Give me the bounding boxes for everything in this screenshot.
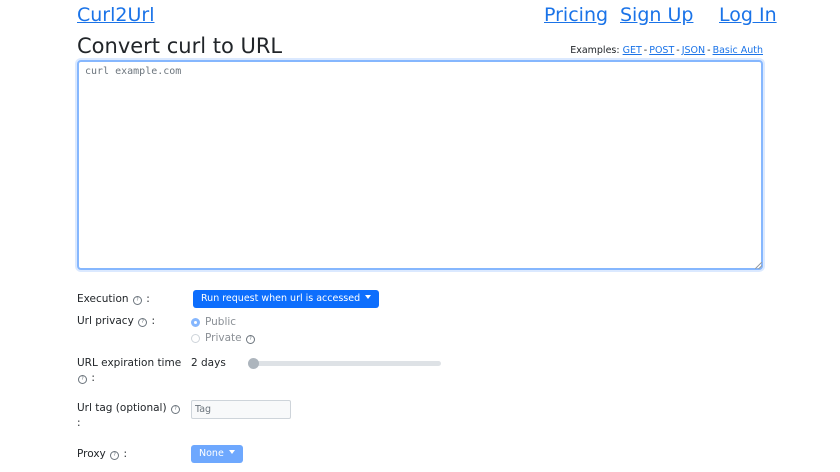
- proxy-label: Proxy ? :: [77, 448, 127, 460]
- chevron-down-icon: [365, 295, 372, 299]
- examples-bar: Examples: GET - POST - JSON - Basic Auth: [570, 45, 763, 56]
- example-basic-auth-link[interactable]: Basic Auth: [713, 45, 763, 56]
- nav-signup-link[interactable]: Sign Up: [620, 4, 693, 26]
- url-privacy-label: Url privacy ? :: [77, 315, 156, 327]
- execution-dropdown-button[interactable]: Run request when url is accessed: [193, 290, 380, 308]
- expiration-slider-track[interactable]: [251, 361, 441, 366]
- info-icon[interactable]: ?: [132, 296, 142, 305]
- info-icon[interactable]: ?: [78, 375, 87, 384]
- radio-private[interactable]: [191, 334, 200, 343]
- proxy-dropdown-button[interactable]: None: [191, 445, 243, 463]
- info-icon[interactable]: ?: [110, 451, 120, 460]
- example-json-link[interactable]: JSON: [682, 45, 705, 56]
- examples-separator: -: [707, 45, 711, 56]
- examples-separator: -: [643, 45, 648, 56]
- privacy-option-public[interactable]: Public: [191, 315, 236, 329]
- textarea-resize-handle[interactable]: [755, 262, 762, 269]
- example-post-link[interactable]: POST: [649, 45, 674, 56]
- curl-command-textarea[interactable]: [77, 60, 763, 270]
- info-icon[interactable]: ?: [245, 335, 255, 344]
- url-tag-input[interactable]: [191, 400, 291, 419]
- example-get-link[interactable]: GET: [623, 45, 642, 56]
- radio-public[interactable]: [191, 318, 200, 327]
- expiration-value: 2 days: [191, 357, 226, 369]
- info-icon[interactable]: ?: [170, 405, 180, 414]
- brand-link[interactable]: Curl2Url: [77, 4, 154, 26]
- page-title: Convert curl to URL: [77, 34, 283, 58]
- privacy-option-private[interactable]: Private ?: [191, 331, 256, 345]
- url-expiration-label: URL expiration time ? :: [77, 357, 182, 384]
- expiration-slider-handle[interactable]: [248, 358, 259, 369]
- execution-label: Execution ? :: [77, 293, 150, 305]
- chevron-down-icon: [228, 450, 235, 454]
- info-icon[interactable]: ?: [138, 318, 148, 327]
- nav-login-link[interactable]: Log In: [719, 4, 777, 26]
- nav-pricing-link[interactable]: Pricing: [544, 4, 608, 26]
- examples-label: Examples:: [570, 45, 620, 56]
- url-tag-label: Url tag (optional) ? :: [77, 401, 185, 431]
- examples-separator: -: [676, 45, 680, 56]
